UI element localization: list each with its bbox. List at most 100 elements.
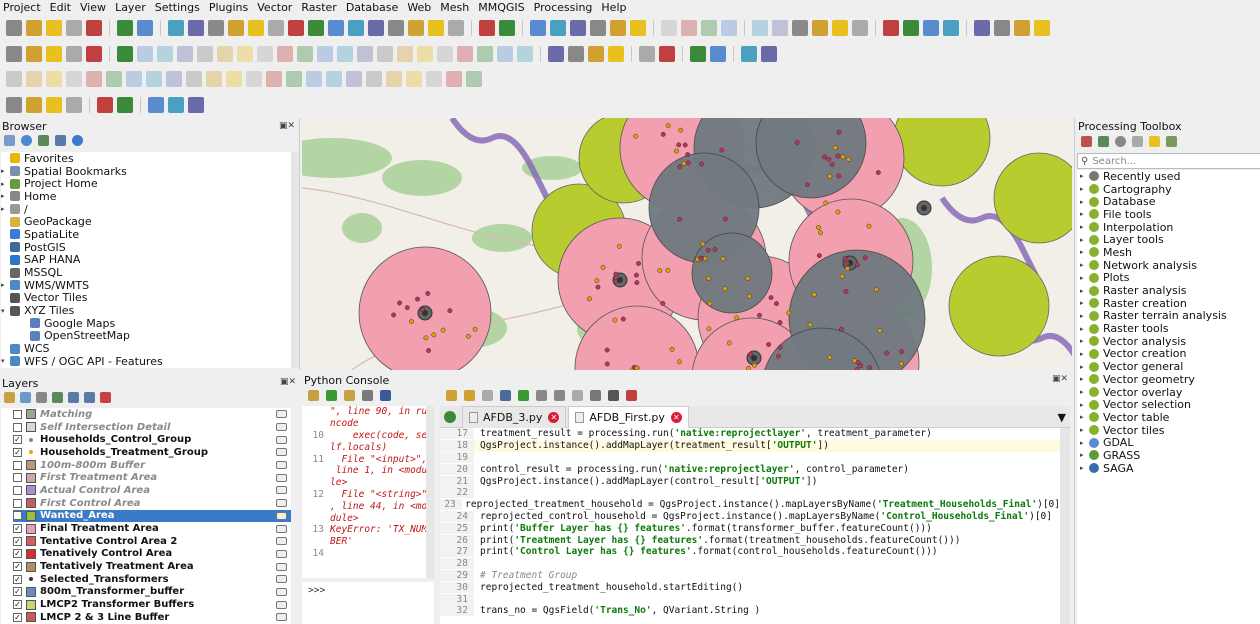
- layer-visibility-checkbox[interactable]: ✓: [13, 447, 22, 457]
- layer-visibility-checkbox[interactable]: ✓: [13, 435, 22, 445]
- menu-processing[interactable]: Processing: [534, 1, 593, 14]
- toolbox-provider[interactable]: ▸ Mesh: [1077, 246, 1260, 259]
- refresh-icon[interactable]: [21, 135, 32, 146]
- layer-visibility-checkbox[interactable]: ✓: [13, 511, 22, 521]
- filter-icon[interactable]: [38, 135, 49, 146]
- tool-button-icon[interactable]: [406, 71, 422, 87]
- layer-row[interactable]: First Treatment Area: [13, 471, 291, 484]
- expand-arrow-icon[interactable]: ▸: [1080, 248, 1089, 256]
- editor-tab[interactable]: AFDB_First.py ✕: [568, 406, 689, 428]
- tool-button-icon[interactable]: [883, 20, 899, 36]
- tool-button-icon[interactable]: [457, 46, 473, 62]
- tool-button-icon[interactable]: [610, 20, 626, 36]
- save-icon[interactable]: [482, 390, 493, 401]
- layer-visibility-checkbox[interactable]: ✓: [13, 536, 22, 546]
- tool-button-icon[interactable]: [217, 46, 233, 62]
- tool-button-icon[interactable]: [26, 46, 42, 62]
- tool-button-icon[interactable]: [66, 97, 82, 113]
- tool-button-icon[interactable]: [761, 46, 777, 62]
- run-icon[interactable]: [326, 390, 337, 401]
- toolbox-search[interactable]: ⚲ Search...: [1077, 153, 1260, 169]
- tool-button-icon[interactable]: [357, 46, 373, 62]
- layer-indicator-icon[interactable]: [276, 600, 287, 609]
- layer-visibility-checkbox[interactable]: [13, 409, 22, 419]
- expand-arrow-icon[interactable]: ▸: [1080, 261, 1089, 269]
- scripts-icon[interactable]: [1098, 136, 1109, 147]
- tool-button-icon[interactable]: [426, 71, 442, 87]
- layer-indicator-icon[interactable]: [276, 423, 287, 432]
- run-script-icon[interactable]: [518, 390, 529, 401]
- close-tab-icon[interactable]: ✕: [548, 412, 560, 423]
- options-icon[interactable]: [1166, 136, 1177, 147]
- toolbox-provider[interactable]: ▸ GRASS: [1077, 449, 1260, 462]
- browser-item[interactable]: OpenStreetMap: [1, 329, 291, 342]
- layer-visibility-checkbox[interactable]: ✓: [13, 549, 22, 559]
- toolbox-provider[interactable]: ▸ Vector selection: [1077, 398, 1260, 411]
- tool-button-icon[interactable]: [288, 20, 304, 36]
- tool-button-icon[interactable]: [86, 71, 102, 87]
- help-icon[interactable]: [380, 390, 391, 401]
- toolbox-provider[interactable]: ▸ Recently used: [1077, 170, 1260, 183]
- tool-button-icon[interactable]: [268, 20, 284, 36]
- menu-mesh[interactable]: Mesh: [440, 1, 469, 14]
- tool-button-icon[interactable]: [46, 97, 62, 113]
- layer-indicator-icon[interactable]: [276, 524, 287, 533]
- layer-visibility-checkbox[interactable]: ✓: [13, 612, 22, 622]
- toolbox-provider[interactable]: ▸ Cartography: [1077, 183, 1260, 196]
- toolbox-provider[interactable]: ▸ File tools: [1077, 208, 1260, 221]
- new-tab-icon[interactable]: [444, 411, 456, 423]
- tool-button-icon[interactable]: [448, 20, 464, 36]
- tool-button-icon[interactable]: [6, 97, 22, 113]
- layer-visibility-checkbox[interactable]: [13, 460, 22, 470]
- layer-row[interactable]: Actual Control Area: [13, 484, 291, 497]
- layer-visibility-checkbox[interactable]: [13, 422, 22, 432]
- tool-button-icon[interactable]: [46, 20, 62, 36]
- browser-item[interactable]: ▸ /: [1, 203, 291, 216]
- browser-item[interactable]: PostGIS: [1, 241, 291, 254]
- edit-features-icon[interactable]: [1149, 136, 1160, 147]
- tool-button-icon[interactable]: [117, 46, 133, 62]
- expand-arrow-icon[interactable]: ▸: [1080, 287, 1089, 295]
- tool-button-icon[interactable]: [497, 46, 513, 62]
- expand-arrow-icon[interactable]: ▾: [1, 307, 10, 315]
- editor-tab[interactable]: AFDB_3.py ✕: [462, 406, 567, 428]
- tool-button-icon[interactable]: [26, 97, 42, 113]
- history-icon[interactable]: [1115, 136, 1126, 147]
- tool-button-icon[interactable]: [297, 46, 313, 62]
- layer-visibility-checkbox[interactable]: ✓: [13, 574, 22, 584]
- expand-arrow-icon[interactable]: ▸: [1080, 439, 1089, 447]
- expand-arrow-icon[interactable]: ▸: [1080, 299, 1089, 307]
- toolbox-provider[interactable]: ▸ Raster creation: [1077, 297, 1260, 310]
- tool-button-icon[interactable]: [428, 20, 444, 36]
- tool-button-icon[interactable]: [630, 20, 646, 36]
- expand-all-icon[interactable]: [68, 392, 79, 403]
- browser-item[interactable]: ▸ Home: [1, 190, 291, 203]
- browser-item[interactable]: WCS: [1, 342, 291, 355]
- tool-button-icon[interactable]: [208, 20, 224, 36]
- tool-button-icon[interactable]: [228, 20, 244, 36]
- browser-item[interactable]: ▸ Spatial Bookmarks: [1, 165, 291, 178]
- expand-arrow-icon[interactable]: ▸: [1080, 375, 1089, 383]
- expand-arrow-icon[interactable]: ▸: [1080, 350, 1089, 358]
- tool-button-icon[interactable]: [832, 20, 848, 36]
- layer-indicator-icon[interactable]: [276, 537, 287, 546]
- expand-arrow-icon[interactable]: ▾: [1, 357, 10, 365]
- toolbox-provider[interactable]: ▸ Vector overlay: [1077, 386, 1260, 399]
- tool-button-icon[interactable]: [328, 20, 344, 36]
- tool-button-icon[interactable]: [66, 46, 82, 62]
- layer-row[interactable]: ✓ 800m_Transformer_buffer: [13, 586, 291, 599]
- layer-visibility-checkbox[interactable]: ✓: [13, 600, 22, 610]
- expand-arrow-icon[interactable]: ▸: [1, 192, 10, 200]
- filter-icon[interactable]: [52, 392, 63, 403]
- comment-icon[interactable]: [608, 390, 619, 401]
- tool-button-icon[interactable]: [994, 20, 1010, 36]
- tool-button-icon[interactable]: [286, 71, 302, 87]
- toolbox-provider[interactable]: ▸ Vector creation: [1077, 347, 1260, 360]
- tool-button-icon[interactable]: [570, 20, 586, 36]
- layer-row[interactable]: ✓ LMCP 2 & 3 Line Buffer: [13, 611, 291, 624]
- toolbox-provider[interactable]: ▸ Network analysis: [1077, 259, 1260, 272]
- toolbox-provider[interactable]: ▸ Plots: [1077, 271, 1260, 284]
- layer-row[interactable]: ✓ Households_Treatment_Group: [13, 446, 291, 459]
- show-editor-icon[interactable]: [344, 390, 355, 401]
- toolbox-provider[interactable]: ▸ Vector table: [1077, 411, 1260, 424]
